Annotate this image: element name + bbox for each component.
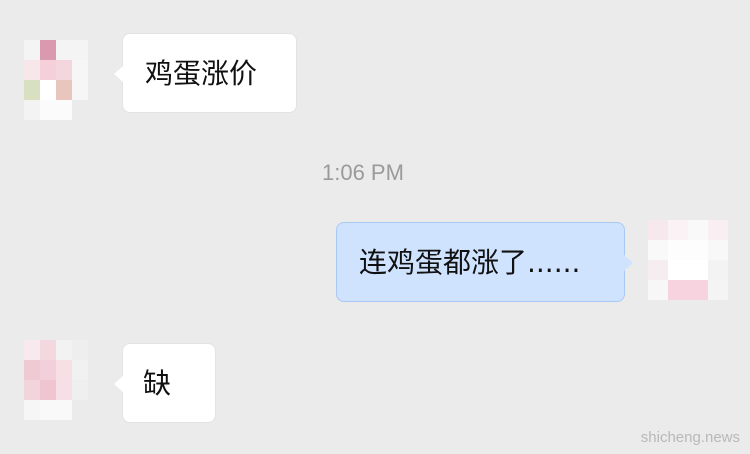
watermark: shicheng.news — [640, 429, 740, 446]
incoming-message-bubble[interactable]: 鸡蛋涨价 — [114, 33, 297, 113]
contact-avatar[interactable] — [24, 40, 88, 120]
message-text: 鸡蛋涨价 — [145, 57, 258, 90]
incoming-message-bubble[interactable]: 缺 — [114, 343, 216, 423]
message-text: 缺 — [143, 367, 172, 400]
message-text: 连鸡蛋都涨了...... — [359, 246, 581, 279]
own-avatar[interactable] — [648, 220, 728, 300]
chat-conversation: 鸡蛋涨价 1:06 PM 连鸡蛋都涨了...... 缺 shicheng.new… — [0, 0, 750, 454]
contact-avatar[interactable] — [24, 340, 88, 420]
message-timestamp: 1:06 PM — [322, 160, 404, 185]
outgoing-message-bubble[interactable]: 连鸡蛋都涨了...... — [336, 222, 633, 302]
